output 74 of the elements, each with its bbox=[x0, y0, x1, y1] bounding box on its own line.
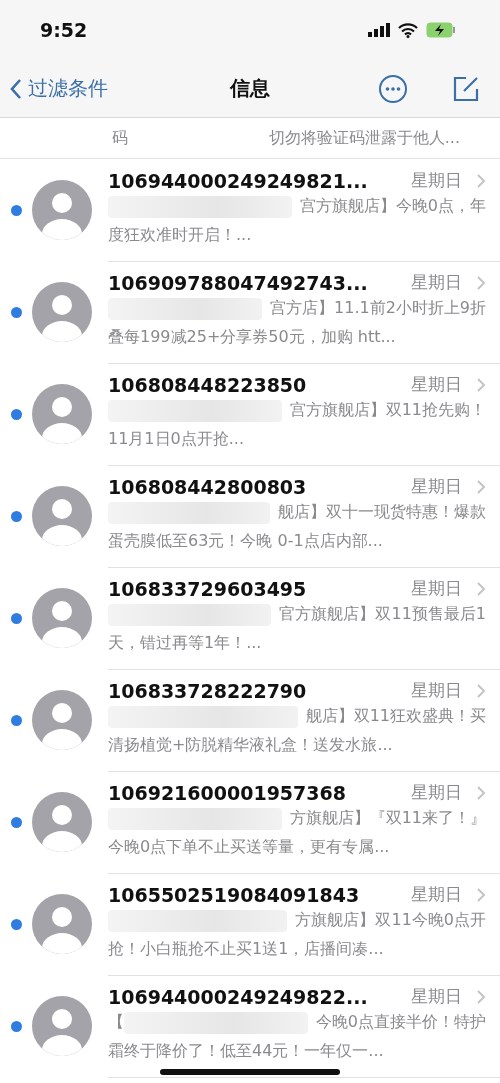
message-date: 星期日 bbox=[410, 679, 462, 702]
avatar-icon bbox=[32, 588, 92, 648]
message-row[interactable]: 1065502519084091843 星期日 方旗舰店】双11今晚0点开 抢！小白瓶抢不止买1送1，店播间凑... bbox=[0, 873, 500, 975]
message-preview: 今晚0点下单不止买送等量，更有专属... bbox=[108, 837, 390, 858]
message-preview: 舰店】双十一现货特惠！爆款 bbox=[278, 502, 486, 523]
message-date: 星期日 bbox=[410, 985, 462, 1008]
message-preview: 抢！小白瓶抢不止买1送1，店播间凑... bbox=[108, 939, 384, 960]
avatar-icon bbox=[32, 486, 92, 546]
message-preview: 霜终于降价了！低至44元！一年仅一... bbox=[108, 1041, 384, 1062]
message-date: 星期日 bbox=[410, 883, 462, 906]
message-row[interactable]: 106808442800803 星期日 舰店】双十一现货特惠！爆款 蛋壳膜低至63元！今晚 0-1点店内部... bbox=[0, 465, 500, 567]
wifi-icon bbox=[398, 22, 418, 38]
back-chevron-icon[interactable] bbox=[10, 77, 22, 100]
avatar-icon bbox=[32, 792, 92, 852]
signal-icon bbox=[368, 23, 390, 37]
message-preview: 切勿将验证码泄露于他人... bbox=[268, 127, 460, 149]
message-preview: 码 bbox=[112, 127, 128, 149]
avatar-icon bbox=[32, 180, 92, 240]
message-preview: 11月1日0点开抢... bbox=[108, 429, 244, 450]
compose-icon[interactable] bbox=[452, 74, 480, 103]
message-row[interactable]: 106909788047492743... 星期日 宫方店】11.1前2小时折上9折 叠每199减25+分享券50元，加购 htt... bbox=[0, 261, 500, 363]
avatar-icon bbox=[32, 690, 92, 750]
nav-title: 信息 bbox=[230, 75, 270, 102]
chevron-icon bbox=[476, 682, 486, 699]
more-icon[interactable] bbox=[378, 73, 408, 104]
sender-number: 106808448223850 bbox=[108, 373, 307, 396]
message-preview: 舰店】双11狂欢盛典！买 bbox=[305, 706, 486, 727]
message-row[interactable]: 106944000249249821... 星期日 宫方旗舰店】今晚0点，年 度狂欢准时开启！... bbox=[0, 159, 500, 261]
back-button[interactable]: 过滤条件 bbox=[10, 75, 108, 102]
chevron-icon bbox=[476, 580, 486, 597]
chevron-icon bbox=[476, 886, 486, 903]
message-date: 星期日 bbox=[410, 169, 462, 192]
status-time: 9:52 bbox=[40, 19, 88, 41]
message-preview: 宫方旗舰店】双11抢先购！ bbox=[289, 400, 486, 421]
battery-charging-icon bbox=[426, 22, 456, 38]
message-preview: 今晚0点直接半价！特护 bbox=[315, 1012, 486, 1033]
message-date: 星期日 bbox=[410, 373, 462, 396]
chevron-icon bbox=[476, 172, 486, 189]
message-preview: 天，错过再等1年！... bbox=[108, 633, 262, 654]
message-preview: 度狂欢准时开启！... bbox=[108, 225, 252, 246]
message-date: 星期日 bbox=[410, 271, 462, 294]
message-preview: 官方旗舰店】双11预售最后1 bbox=[279, 604, 486, 625]
message-preview: 清扬植觉+防脱精华液礼盒！送发水旅... bbox=[108, 735, 393, 756]
avatar-icon bbox=[32, 996, 92, 1056]
message-preview: 方旗舰店】双11今晚0点开 bbox=[295, 910, 486, 931]
sender-number: 106808442800803 bbox=[108, 475, 307, 498]
message-date: 星期日 bbox=[410, 475, 462, 498]
chevron-icon bbox=[476, 274, 486, 291]
message-row[interactable]: 106833728222790 星期日 舰店】双11狂欢盛典！买 清扬植觉+防脱精华液礼盒！送发水旅... bbox=[0, 669, 500, 771]
bracket-text: 【 bbox=[108, 1012, 124, 1033]
sender-number: 106909788047492743... bbox=[108, 271, 368, 294]
sender-number: 106833729603495 bbox=[108, 577, 307, 600]
message-preview: 方旗舰店】『双11来了！』 bbox=[289, 808, 486, 829]
message-date: 星期日 bbox=[410, 577, 462, 600]
sender-number: 106833728222790 bbox=[108, 679, 307, 702]
chevron-icon bbox=[476, 988, 486, 1005]
avatar-icon bbox=[32, 894, 92, 954]
sender-number: 106944000249249822... bbox=[108, 985, 368, 1008]
chevron-icon bbox=[476, 784, 486, 801]
avatar-icon bbox=[32, 282, 92, 342]
message-row[interactable]: 106833729603495 星期日 官方旗舰店】双11预售最后1 天，错过再等1年！... bbox=[0, 567, 500, 669]
avatar-icon bbox=[32, 384, 92, 444]
message-preview: 宫方店】11.1前2小时折上9折 bbox=[270, 298, 486, 319]
message-preview: 宫方旗舰店】今晚0点，年 bbox=[299, 196, 486, 217]
message-row[interactable]: 106921600001957368 星期日 方旗舰店】『双11来了！』 今晚0点下单不止买送等量，更有专属... bbox=[0, 771, 500, 873]
message-preview: 蛋壳膜低至63元！今晚 0-1点店内部... bbox=[108, 531, 383, 552]
sender-number: 106944000249249821... bbox=[108, 169, 368, 192]
chevron-icon bbox=[476, 478, 486, 495]
sender-number: 1065502519084091843 bbox=[108, 883, 360, 906]
message-row[interactable]: 106808448223850 星期日 宫方旗舰店】双11抢先购！ 11月1日0点开抢... bbox=[0, 363, 500, 465]
sender-number: 106921600001957368 bbox=[108, 781, 346, 804]
chevron-icon bbox=[476, 376, 486, 393]
message-preview: 叠每199减25+分享券50元，加购 htt... bbox=[108, 327, 396, 348]
message-date: 星期日 bbox=[410, 781, 462, 804]
